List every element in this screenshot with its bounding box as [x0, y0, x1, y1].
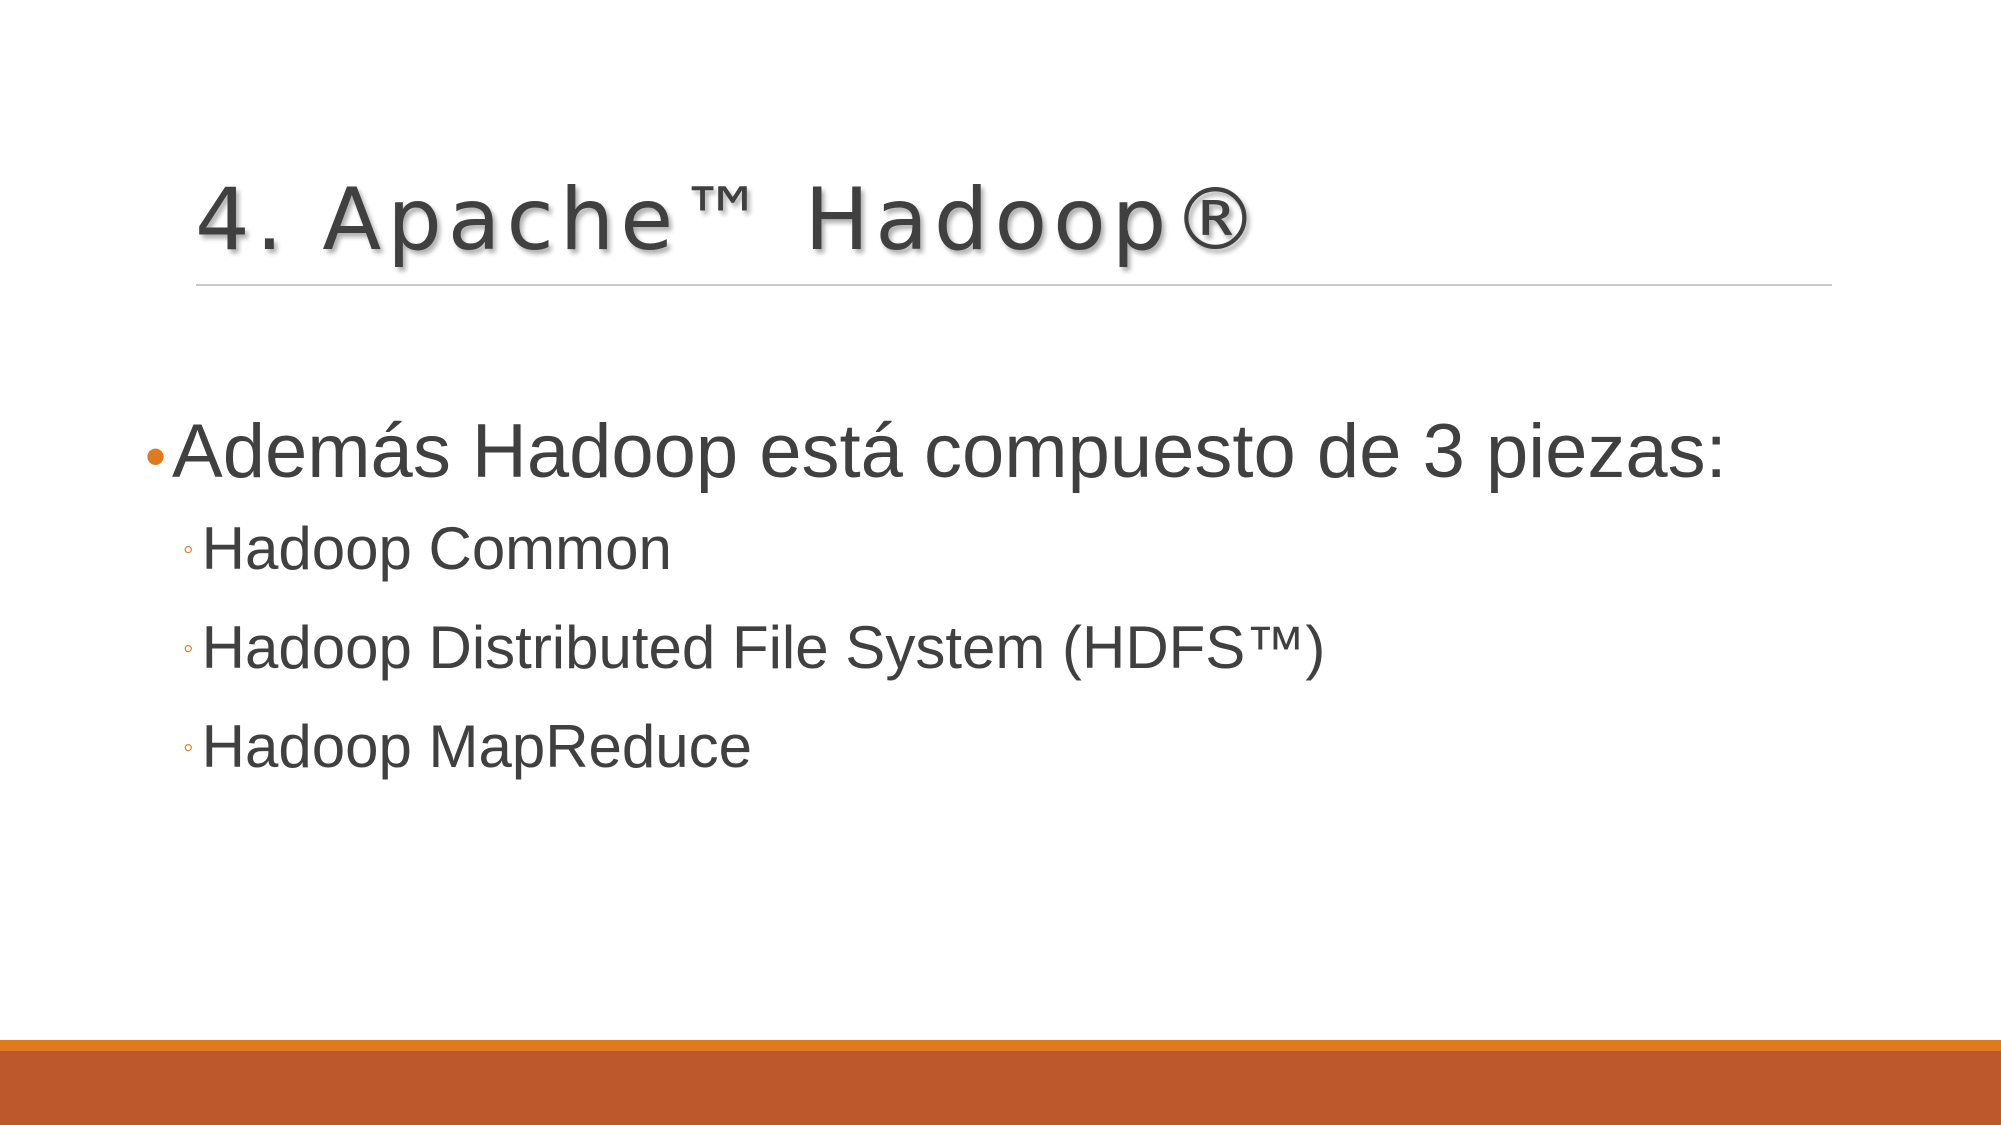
bullet-list: • Además Hadoop está compuesto de 3 piez… [145, 404, 1727, 802]
title-divider [196, 284, 1832, 286]
sub-bullet-list: ◦ Hadoop Common ◦ Hadoop Distributed Fil… [145, 505, 1727, 802]
main-bullet-row: • Además Hadoop está compuesto de 3 piez… [145, 404, 1727, 505]
footer-accent-stripe [0, 1040, 2001, 1051]
sub-bullet-text: Hadoop MapReduce [201, 713, 753, 780]
bullet-circle-icon: ◦ [183, 533, 194, 566]
footer-bar [0, 1051, 2001, 1125]
sub-bullet-text: Hadoop Distributed File System (HDFS™) [201, 614, 1326, 681]
sub-bullet-item: ◦ Hadoop MapReduce [183, 703, 1727, 802]
slide-title: 4. Apache™ Hadoop® [195, 170, 1265, 270]
sub-bullet-item: ◦ Hadoop Common [183, 505, 1727, 604]
bullet-circle-icon: ◦ [183, 731, 194, 764]
slide: 4. Apache™ Hadoop® • Además Hadoop está … [0, 0, 2001, 1125]
main-bullet-item: • Además Hadoop está compuesto de 3 piez… [145, 404, 1727, 802]
main-bullet-text: Además Hadoop está compuesto de 3 piezas… [172, 409, 1727, 494]
sub-bullet-text: Hadoop Common [201, 515, 672, 582]
sub-bullet-item: ◦ Hadoop Distributed File System (HDFS™) [183, 604, 1727, 703]
bullet-circle-icon: ◦ [183, 632, 194, 665]
bullet-dot-icon: • [145, 423, 167, 490]
